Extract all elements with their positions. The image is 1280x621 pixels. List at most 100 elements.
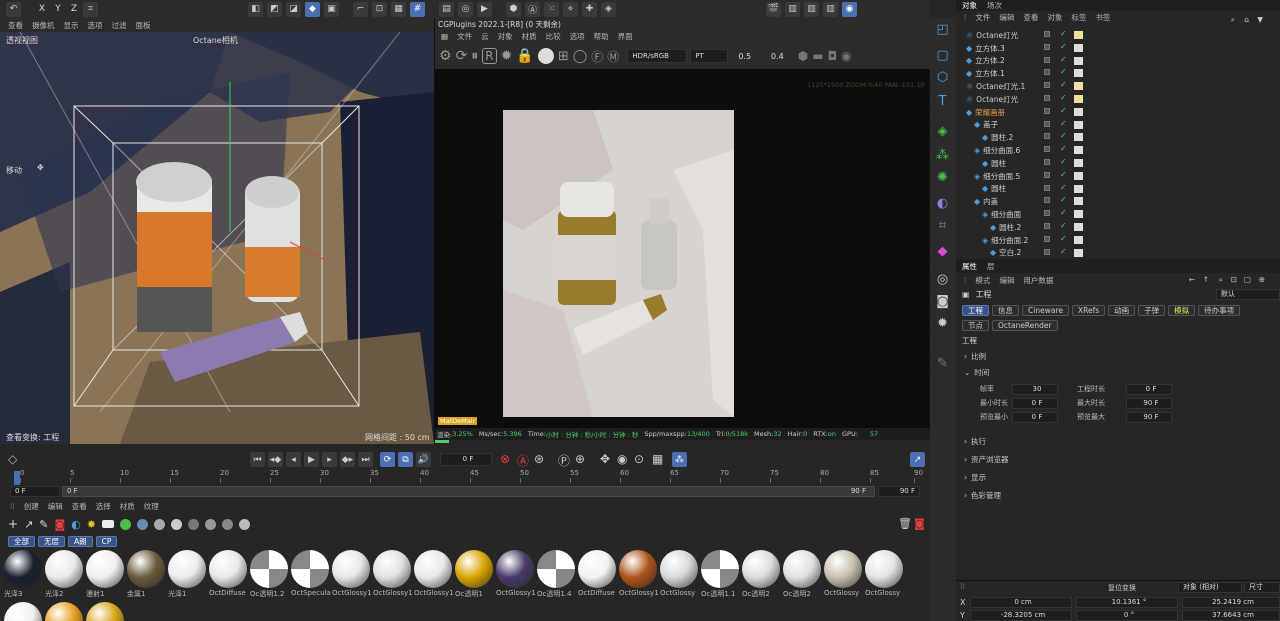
end-frame-field[interactable]: 90 F <box>878 486 920 497</box>
object-row[interactable]: ◆ 盖子 ✓ <box>956 119 1280 132</box>
object-row[interactable]: ◈ 细分曲面.5 ✓ <box>956 170 1280 183</box>
visibility-toggle[interactable] <box>1044 184 1050 191</box>
coord-y-size[interactable]: 37.6643 cm <box>1182 610 1280 621</box>
blue-ball-icon[interactable] <box>137 518 149 530</box>
tag-icon[interactable] <box>1074 107 1083 116</box>
coord-x-pos[interactable]: 0 cm <box>970 597 1072 608</box>
material-swatch[interactable]: Oc透明2 <box>783 550 823 600</box>
viewport-menu-display[interactable]: 显示 <box>64 20 79 31</box>
object-row[interactable]: ◆ 立方体.2 ✓ <box>956 55 1280 68</box>
coord-x-size[interactable]: 25.2419 cm <box>1182 597 1280 608</box>
enabled-check-icon[interactable]: ✓ <box>1060 170 1067 179</box>
goto-end-icon[interactable]: ⏭ <box>358 452 373 467</box>
tag-icon[interactable] <box>1074 158 1083 167</box>
material-render-icon[interactable]: ◙ <box>914 517 925 530</box>
dropper-icon[interactable]: ✎ <box>39 518 48 531</box>
focus-icon[interactable]: Ⓕ <box>591 48 603 65</box>
preset-select[interactable]: 默认 <box>1216 289 1280 300</box>
object-row[interactable]: ◈ 细分曲面 ✓ <box>956 208 1280 221</box>
objects-menu-file[interactable]: 文件 <box>975 12 990 23</box>
material-swatch[interactable]: OctSpecula <box>291 550 331 600</box>
octane-cam-icon[interactable]: ◙ <box>55 518 66 531</box>
add-icon[interactable]: ⊞ <box>558 49 569 64</box>
start-frame-field[interactable]: 0 F <box>10 486 60 497</box>
material-swatch[interactable]: Oc透明2 <box>742 550 782 600</box>
material-swatch[interactable]: 光泽1 <box>168 550 208 600</box>
sound-icon[interactable]: 🔊 <box>416 452 431 467</box>
viewport-menu-panel[interactable]: 面板 <box>136 20 151 31</box>
field-icon[interactable]: ⌗ <box>935 218 950 233</box>
undo-icon[interactable]: ↶ <box>6 1 21 17</box>
object-row[interactable]: ◆ 圆柱.2 ✓ <box>956 131 1280 144</box>
light-icon[interactable]: ✹ <box>935 316 950 331</box>
key-rotation-icon[interactable]: ⊕ <box>575 452 585 466</box>
spline-icon[interactable]: ◆ <box>935 244 950 259</box>
material-swatch[interactable]: OctDiffuse <box>578 550 618 600</box>
tag-icon[interactable] <box>1074 120 1083 129</box>
render-menu-compare[interactable]: 比较 <box>546 31 561 42</box>
octane-extra-icon[interactable]: ◈ <box>601 1 616 17</box>
enabled-check-icon[interactable]: ✓ <box>1060 208 1067 217</box>
object-row[interactable]: ◈ 细分曲面.2 ✓ <box>956 234 1280 247</box>
key-scale-icon[interactable]: ◉ <box>617 452 627 466</box>
material-menu-edit[interactable]: 编辑 <box>48 501 63 512</box>
key-dots-icon[interactable]: ⁂ <box>672 452 687 467</box>
object-row[interactable]: ◈ 细分曲面.6 ✓ <box>956 144 1280 157</box>
sun-icon[interactable]: ✸ <box>87 518 96 531</box>
objects-menu-bookmarks[interactable]: 书签 <box>1095 12 1110 23</box>
snap-icon[interactable]: ⌐ <box>353 1 368 17</box>
key-param-icon[interactable]: ⊙ <box>634 452 644 466</box>
visibility-toggle[interactable] <box>1044 171 1050 178</box>
visibility-toggle[interactable] <box>1044 94 1050 101</box>
deformer-icon[interactable]: ◐ <box>935 196 950 211</box>
material-menu-select[interactable]: 选择 <box>96 501 111 512</box>
section-execute[interactable]: › 执行 <box>956 432 1280 450</box>
effector-icon[interactable]: ✺ <box>935 170 950 185</box>
grid-snap-icon[interactable]: # <box>410 1 425 17</box>
object-row[interactable]: ◆ 空白.2 ✓ <box>956 247 1280 260</box>
preview-range-icon[interactable]: ⧉ <box>398 452 413 467</box>
tag-icon[interactable] <box>1074 210 1083 219</box>
half-sphere-icon[interactable]: ◐ <box>71 518 81 531</box>
keyframe-icon[interactable]: ◇ <box>8 452 17 466</box>
enabled-check-icon[interactable]: ✓ <box>1060 106 1067 115</box>
goto-start-icon[interactable]: ⏮ <box>250 452 265 467</box>
object-row[interactable]: ☼ Octane灯光 ✓ <box>956 93 1280 106</box>
tab-info[interactable]: 信息 <box>992 304 1019 316</box>
enabled-check-icon[interactable]: ✓ <box>1060 119 1067 128</box>
material-swatch[interactable]: OctGlossy1 <box>619 550 659 600</box>
octane-tools-icon[interactable]: ⁙ <box>544 1 559 17</box>
enabled-check-icon[interactable]: ✓ <box>1060 67 1067 76</box>
tag-icon[interactable] <box>1074 184 1083 193</box>
visibility-toggle[interactable] <box>1044 107 1050 114</box>
viewport-camera-label[interactable]: Octane相机 <box>193 35 238 46</box>
edge-mode-icon[interactable]: ◩ <box>267 1 282 17</box>
material-swatch[interactable]: OctGlossy1 <box>332 550 372 600</box>
visibility-toggle[interactable] <box>1044 69 1050 76</box>
tab-simulation[interactable]: 模拟 <box>1168 304 1196 316</box>
enabled-check-icon[interactable]: ✓ <box>1060 80 1067 89</box>
material-swatch[interactable]: Oc透明1.2 <box>250 550 290 600</box>
visibility-toggle[interactable] <box>1044 146 1050 153</box>
enabled-check-icon[interactable]: ✓ <box>1060 157 1067 166</box>
tab-objects[interactable]: 对象 <box>962 0 977 11</box>
tab-takes[interactable]: 场次 <box>987 0 1002 11</box>
enabled-check-icon[interactable]: ✓ <box>1060 183 1067 192</box>
coord-mode-select[interactable]: 对象 (相对) <box>1178 582 1242 593</box>
camera-obj-icon[interactable]: ◙ <box>935 294 950 309</box>
tab-bullet[interactable]: 子弹 <box>1138 304 1166 316</box>
section-display[interactable]: › 显示 <box>956 468 1280 486</box>
material-menu-view[interactable]: 查看 <box>72 501 87 512</box>
visibility-toggle[interactable] <box>1044 31 1050 37</box>
attr-menu-mode[interactable]: 模式 <box>975 275 990 286</box>
filter-a[interactable]: A朗 <box>68 536 93 547</box>
objects-menu-object[interactable]: 对象 <box>1047 12 1062 23</box>
arrow-icon[interactable]: ↗ <box>24 518 33 531</box>
tab-xrefs[interactable]: XRefs <box>1071 304 1106 316</box>
objects-menu-edit[interactable]: 编辑 <box>999 12 1014 23</box>
section-color-mgmt[interactable]: › 色彩管理 <box>956 486 1280 504</box>
section-asset-browser[interactable]: › 资产浏览器 <box>956 450 1280 468</box>
time-field-value[interactable]: 0 F <box>1012 412 1058 423</box>
render-menu-interface[interactable]: 界面 <box>618 31 633 42</box>
settings-cog-icon[interactable]: ✹ <box>501 48 513 64</box>
